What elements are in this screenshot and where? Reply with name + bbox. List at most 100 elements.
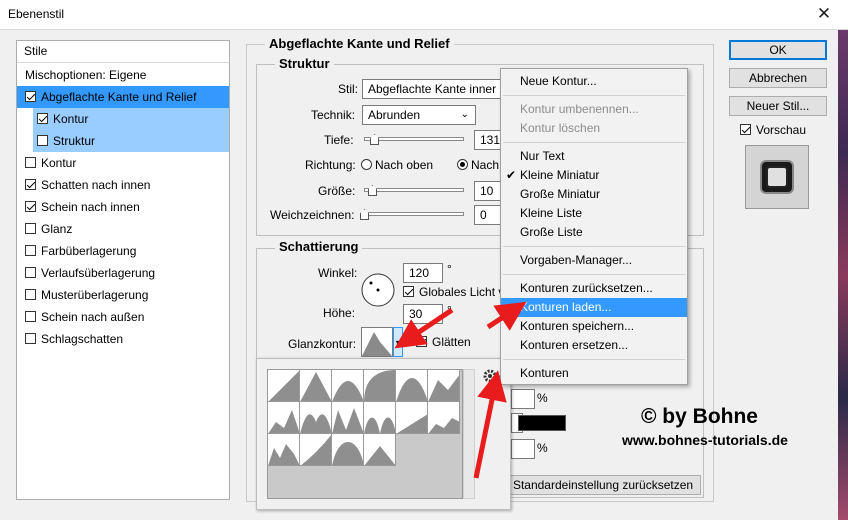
direction-down-option[interactable]: Nach <box>457 158 501 172</box>
style-checkbox[interactable] <box>25 289 36 300</box>
menu-item[interactable]: Konturen speichern... <box>501 317 687 336</box>
preview-option[interactable]: Vorschau <box>740 123 806 137</box>
direction-down-radio[interactable] <box>457 159 468 170</box>
menu-separator <box>503 274 685 275</box>
technique-select[interactable]: Abrunden ⌄ <box>362 105 476 125</box>
contour-thumbnail[interactable] <box>396 402 428 434</box>
reset-defaults-button[interactable]: Standardeinstellung zurücksetzen <box>505 475 701 495</box>
style-item[interactable]: Kontur <box>17 152 229 174</box>
style-preview <box>745 145 809 209</box>
menu-item[interactable]: Große Miniatur <box>501 185 687 204</box>
preview-label: Vorschau <box>756 123 807 137</box>
style-item[interactable]: Abgeflachte Kante und Relief <box>17 86 229 108</box>
style-item[interactable]: Struktur <box>33 130 229 152</box>
contour-context-menu: Neue Kontur... Kontur umbenennen... Kontur… <box>500 68 688 385</box>
direction-up-option[interactable]: Nach oben <box>361 158 433 172</box>
chevron-down-icon[interactable]: ▼ <box>393 327 403 357</box>
style-item[interactable]: Musterüberlagerung <box>17 284 229 306</box>
contour-thumbnail[interactable] <box>428 402 460 434</box>
antialias-checkbox[interactable] <box>416 336 427 347</box>
style-select[interactable]: Abgeflachte Kante inner <box>362 79 502 99</box>
contour-thumbnail[interactable] <box>364 434 396 466</box>
style-checkbox[interactable] <box>25 311 36 322</box>
altitude-input[interactable]: 30 <box>403 304 443 324</box>
contour-thumbnail[interactable] <box>396 370 428 402</box>
picker-scrollbar[interactable] <box>463 369 475 499</box>
menu-item[interactable]: Konturen <box>501 364 687 383</box>
style-item[interactable]: Schein nach außen <box>17 306 229 328</box>
menu-item[interactable]: Nur Text <box>501 147 687 166</box>
ok-button[interactable]: OK <box>729 40 827 60</box>
contour-thumbnail[interactable] <box>364 370 396 402</box>
menu-item[interactable]: Kleine Liste <box>501 204 687 223</box>
style-checkbox[interactable] <box>25 333 36 344</box>
style-checkbox[interactable] <box>37 135 48 146</box>
styles-header[interactable]: Stile <box>17 41 229 63</box>
global-light-option[interactable]: Globales Licht v <box>403 285 500 299</box>
contour-thumbnail[interactable] <box>268 370 300 402</box>
style-item[interactable]: Farbüberlagerung <box>17 240 229 262</box>
menu-item[interactable]: Konturen ersetzen... <box>501 336 687 355</box>
contour-thumbnail[interactable] <box>300 434 332 466</box>
contour-thumbnail[interactable] <box>428 370 460 402</box>
style-item-label: Verlaufsüberlagerung <box>41 266 156 280</box>
new-style-button[interactable]: Neuer Stil... <box>729 96 827 116</box>
contour-thumbnail[interactable] <box>332 370 364 402</box>
angle-input[interactable]: 120 <box>403 263 443 283</box>
style-checkbox[interactable] <box>25 267 36 278</box>
style-item[interactable]: Schein nach innen <box>17 196 229 218</box>
menu-item[interactable]: Konturen laden... <box>501 298 687 317</box>
global-light-checkbox[interactable] <box>403 286 414 297</box>
contour-thumbnail[interactable] <box>300 402 332 434</box>
style-checkbox[interactable] <box>25 201 36 212</box>
structure-title: Struktur <box>275 56 334 71</box>
size-slider[interactable] <box>364 188 464 192</box>
style-checkbox[interactable] <box>37 113 48 124</box>
menu-item: Kontur löschen <box>501 119 687 138</box>
direction-up-radio[interactable] <box>361 159 372 170</box>
style-item[interactable]: Kontur <box>33 108 229 130</box>
opacity-input-1[interactable] <box>511 389 535 409</box>
gear-icon[interactable] <box>482 368 498 384</box>
style-item[interactable]: Glanz <box>17 218 229 240</box>
contour-thumbnail[interactable] <box>332 434 364 466</box>
preview-checkbox[interactable] <box>740 124 751 135</box>
altitude-degree: ° <box>447 303 452 317</box>
menu-item[interactable]: Konturen zurücksetzen... <box>501 279 687 298</box>
style-item[interactable]: Mischoptionen: Eigene <box>17 64 229 86</box>
shadow-color-swatch[interactable] <box>518 415 566 431</box>
contour-thumbnail[interactable] <box>332 402 364 434</box>
style-checkbox[interactable] <box>25 91 36 102</box>
menu-item[interactable]: Neue Kontur... <box>501 72 687 91</box>
checkmark-icon: ✔ <box>506 168 517 182</box>
menu-item[interactable]: ✔ Kleine Miniatur <box>501 166 687 185</box>
menu-separator <box>503 142 685 143</box>
style-checkbox[interactable] <box>25 223 36 234</box>
style-checkbox[interactable] <box>25 179 36 190</box>
close-icon[interactable]: ✕ <box>812 3 836 25</box>
contour-thumbnail[interactable] <box>268 434 300 466</box>
style-item-label: Struktur <box>53 134 96 148</box>
contour-thumbnail[interactable] <box>268 402 300 434</box>
antialias-option[interactable]: Glätten <box>416 335 471 349</box>
menu-item[interactable]: Große Liste <box>501 223 687 242</box>
contour-thumbnail[interactable] <box>300 370 332 402</box>
soften-slider[interactable] <box>364 212 464 216</box>
depth-slider[interactable] <box>364 137 464 141</box>
menu-item-label: Neue Kontur... <box>520 74 597 88</box>
contour-thumbnail[interactable] <box>364 402 396 434</box>
menu-item[interactable]: Vorgaben-Manager... <box>501 251 687 270</box>
style-checkbox[interactable] <box>25 157 36 168</box>
menu-item-label: Vorgaben-Manager... <box>520 253 633 267</box>
cancel-button[interactable]: Abbrechen <box>729 68 827 88</box>
style-checkbox[interactable] <box>25 245 36 256</box>
menu-item-label: Kontur löschen <box>520 121 601 135</box>
menu-item-label: Kleine Liste <box>520 206 583 220</box>
style-item[interactable]: Schlagschatten <box>17 328 229 350</box>
style-item[interactable]: Schatten nach innen <box>17 174 229 196</box>
angle-dial[interactable] <box>360 272 396 308</box>
gloss-contour-preview[interactable] <box>361 327 393 357</box>
styles-list: Stile Mischoptionen: Eigene Abgeflachte K… <box>16 40 230 500</box>
opacity-input-2[interactable] <box>511 439 535 459</box>
style-item[interactable]: Verlaufsüberlagerung <box>17 262 229 284</box>
